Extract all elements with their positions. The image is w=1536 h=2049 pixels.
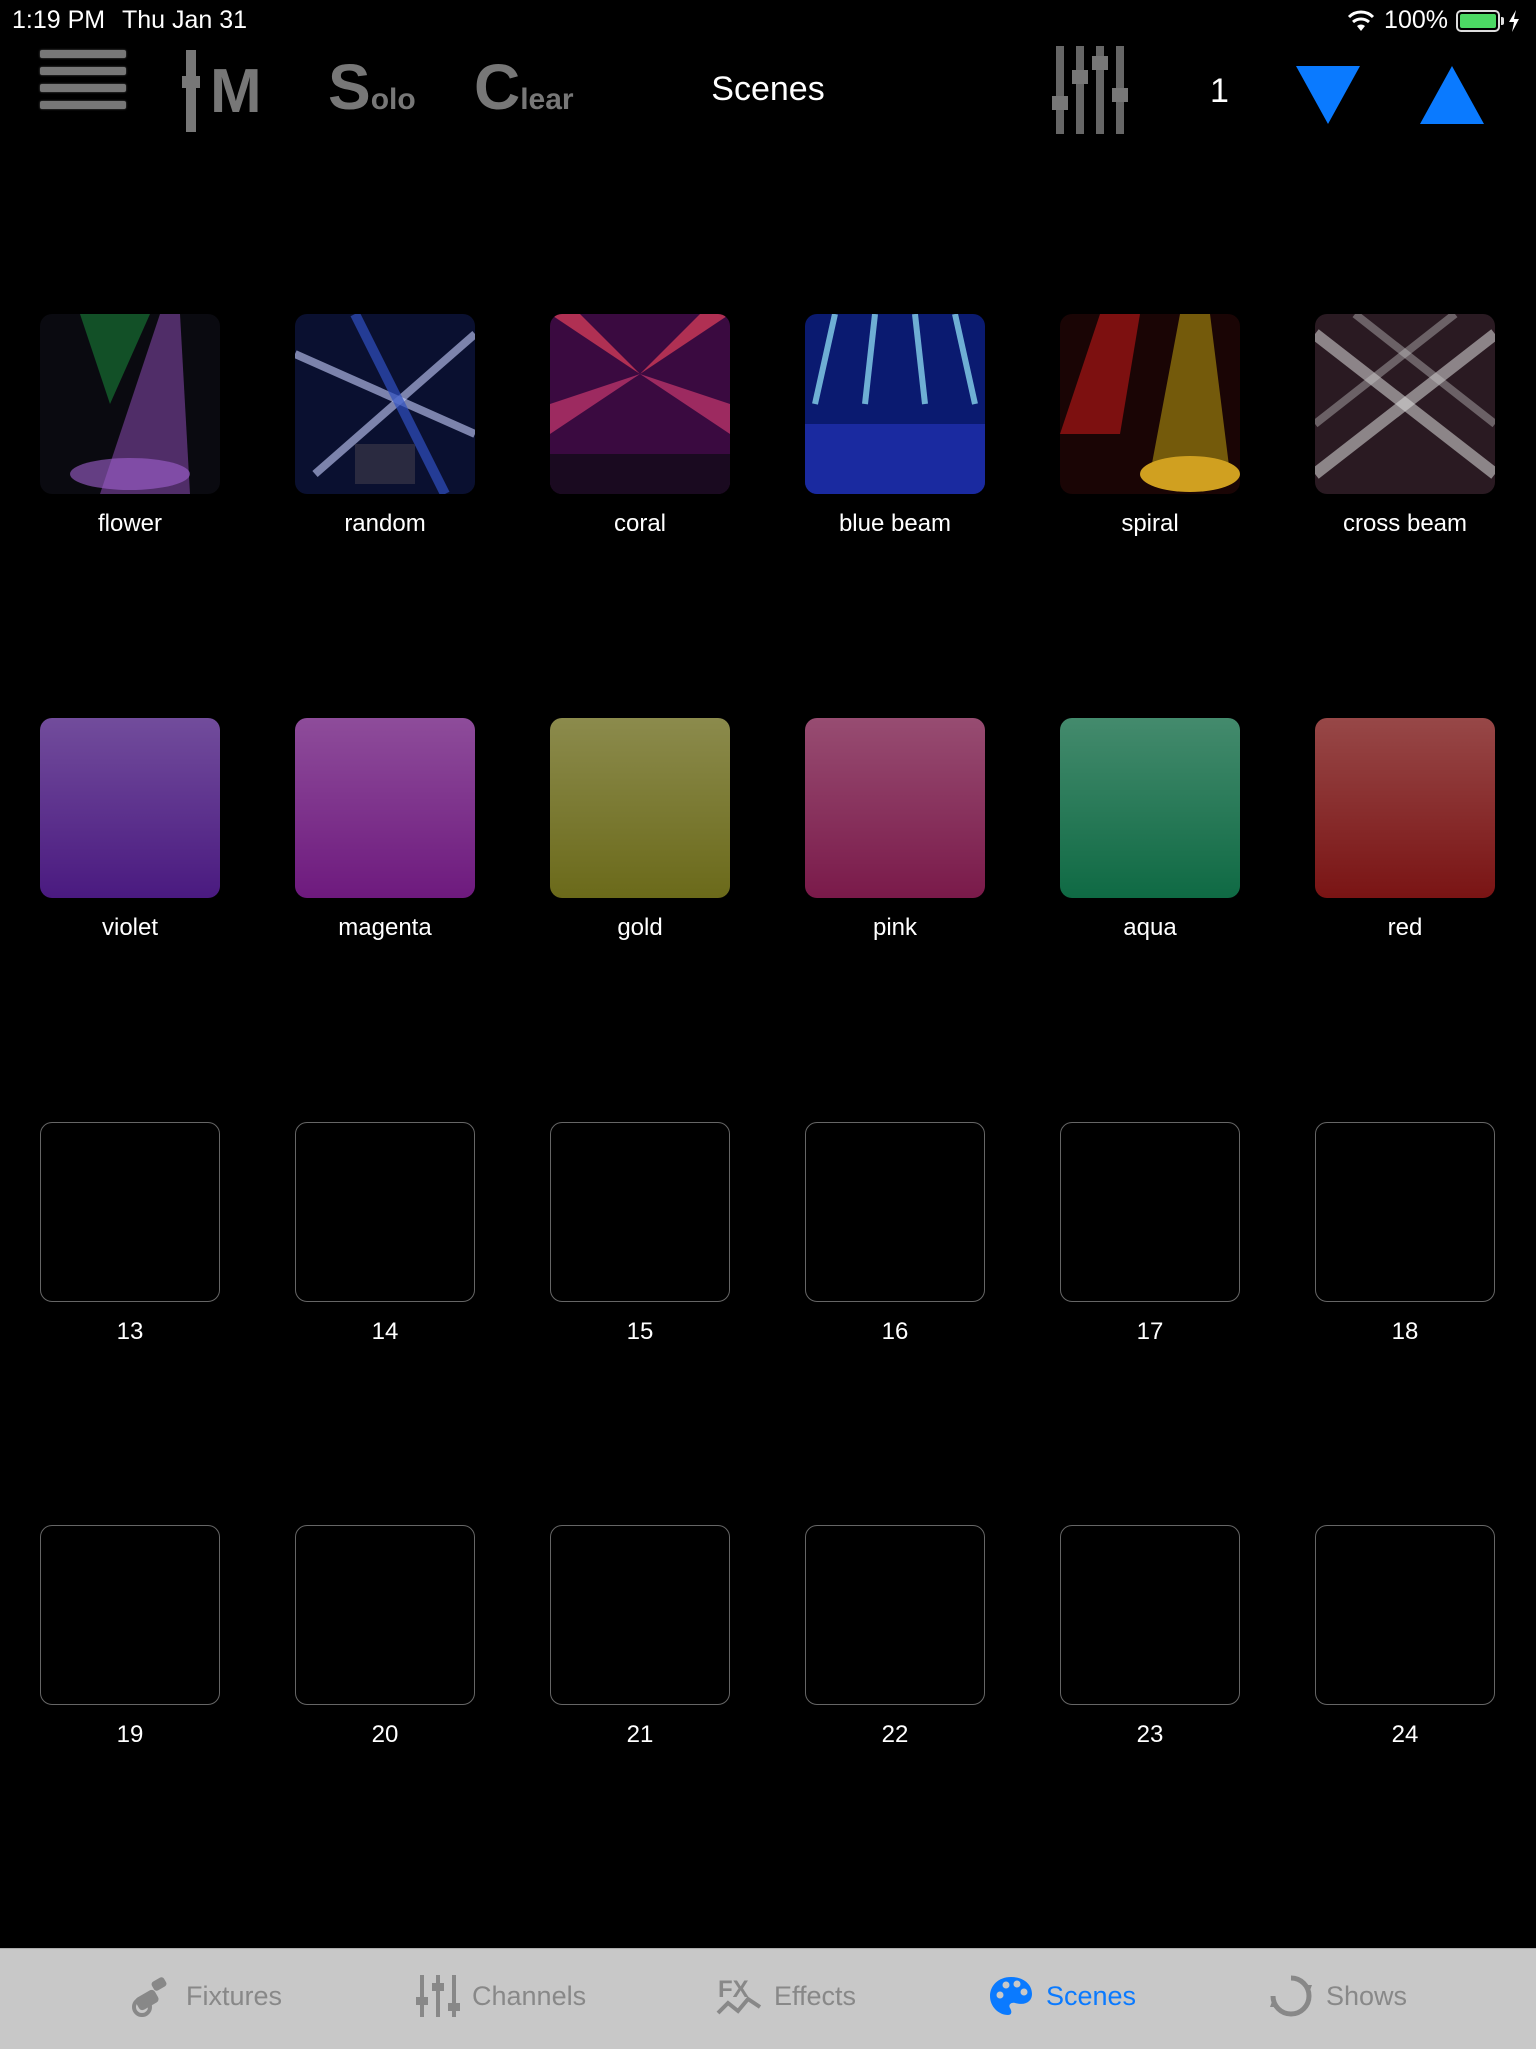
scene-label: 13 [116, 1318, 144, 1345]
bolt-icon [1509, 9, 1519, 32]
scene-thumbnail[interactable] [295, 1122, 475, 1302]
scene-thumbnail[interactable] [550, 314, 730, 494]
tab-fixtures[interactable]: Fixtures [128, 1973, 282, 2019]
svg-text:FX: FX [718, 1976, 749, 2003]
scene-label: 23 [1136, 1721, 1164, 1748]
scene-thumbnail[interactable] [40, 718, 220, 898]
scene-thumbnail[interactable] [40, 314, 220, 494]
page-up-button[interactable] [1420, 66, 1484, 124]
scene-thumbnail[interactable] [1060, 1525, 1240, 1705]
status-right: 100% [1346, 6, 1520, 35]
battery-percent: 100% [1384, 6, 1448, 34]
status-bar: 1:19 PM Thu Jan 31 100% [0, 0, 1536, 40]
scene-thumbnail[interactable] [1315, 314, 1495, 494]
scene-thumbnail[interactable] [1060, 1122, 1240, 1302]
scene-label: pink [872, 914, 918, 941]
wifi-icon [1347, 10, 1375, 31]
scene-label: 20 [371, 1721, 399, 1748]
scene-label: magenta [338, 914, 432, 941]
scene-thumbnail[interactable] [805, 314, 985, 494]
battery-icon [1456, 9, 1504, 32]
scene-thumbnail[interactable] [550, 1122, 730, 1302]
page-number: 1 [1210, 72, 1229, 110]
tab-channels[interactable]: Channels [414, 1973, 586, 2019]
faders-button[interactable] [1052, 46, 1132, 134]
fixture-icon [132, 1977, 167, 2017]
scene-thumbnail[interactable] [550, 1525, 730, 1705]
status-date: Thu Jan 31 [122, 6, 248, 34]
tab-label: Channels [472, 1980, 587, 2011]
scene-thumbnail[interactable] [1315, 718, 1495, 898]
battery-fill [1460, 13, 1496, 28]
scene-thumbnail[interactable] [295, 718, 475, 898]
scene-label: 16 [881, 1318, 909, 1345]
scene-thumbnail[interactable] [40, 1122, 220, 1302]
scene-thumbnail[interactable] [1315, 1122, 1495, 1302]
scene-thumbnail[interactable] [805, 718, 985, 898]
tab-label: Scenes [1046, 1980, 1137, 2011]
scene-label: 22 [881, 1721, 909, 1748]
tab-label: Shows [1326, 1980, 1408, 2011]
scene-thumbnail[interactable] [1060, 314, 1240, 494]
scene-thumbnail[interactable] [295, 1525, 475, 1705]
tab-label: Effects [774, 1980, 857, 2011]
fx-icon: FX [716, 1976, 762, 2015]
scene-label: blue beam [838, 510, 952, 537]
scene-label: gold [617, 914, 663, 941]
scene-label: 24 [1391, 1721, 1419, 1748]
sliders-icon [416, 1975, 460, 2017]
scene-label: flower [97, 510, 163, 537]
scene-label: spiral [1121, 510, 1179, 537]
scene-label: 14 [371, 1318, 399, 1345]
status-time: 1:19 PM [12, 6, 106, 34]
scene-label: cross beam [1342, 510, 1468, 537]
scene-thumbnail[interactable] [40, 1525, 220, 1705]
tab-label: Fixtures [186, 1980, 283, 2011]
toolbar: M Solo Clear Scenes 1 [0, 40, 1536, 140]
palette-icon [990, 1977, 1032, 2015]
scene-thumbnail[interactable] [550, 718, 730, 898]
cycle-icon [1270, 1975, 1312, 2017]
tab-bar: Fixtures Channels FX Effects Scenes Show… [0, 1948, 1536, 2049]
page-down-button[interactable] [1296, 66, 1360, 124]
scene-label: 19 [116, 1721, 144, 1748]
scene-thumbnail[interactable] [1315, 1525, 1495, 1705]
scene-label: aqua [1123, 914, 1177, 941]
scene-label: 18 [1391, 1318, 1419, 1345]
tab-effects[interactable]: FX Effects [716, 1973, 856, 2019]
scene-label: red [1387, 914, 1423, 941]
scene-thumbnail[interactable] [295, 314, 475, 494]
scene-label: random [344, 510, 426, 537]
scene-thumbnail[interactable] [805, 1122, 985, 1302]
scene-label: coral [613, 510, 667, 537]
scene-label: 21 [626, 1721, 654, 1748]
scene-label: 17 [1136, 1318, 1164, 1345]
tab-scenes[interactable]: Scenes [988, 1973, 1136, 2019]
tab-shows[interactable]: Shows [1268, 1973, 1407, 2019]
scene-thumbnail[interactable] [1060, 718, 1240, 898]
scene-label: violet [101, 914, 159, 941]
scene-label: 15 [626, 1318, 654, 1345]
scene-thumbnail[interactable] [805, 1525, 985, 1705]
